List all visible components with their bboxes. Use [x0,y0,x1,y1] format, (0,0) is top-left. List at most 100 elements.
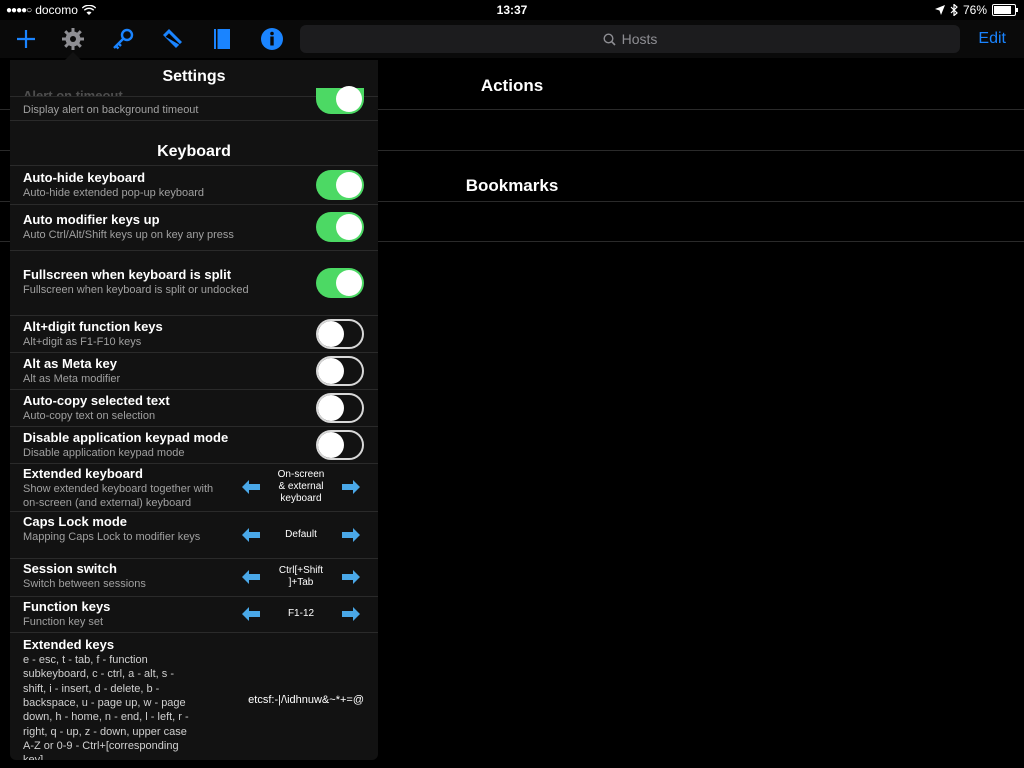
settings-row-selector: Caps Lock mode Mapping Caps Lock to modif… [10,511,378,559]
toggle-knob [336,214,362,240]
stepper-value: F1-12 [260,608,342,620]
toolbar: Hosts Edit [0,20,1024,58]
row-title: Auto-copy selected text [23,393,170,408]
settings-row-toggle: Fullscreen when keyboard is split Fullscr… [10,250,378,316]
search-input[interactable]: Hosts [300,25,960,53]
right-arrow-icon[interactable] [342,528,360,542]
extended-keys-description-line: key] [23,753,43,760]
toggle-switch[interactable] [316,319,364,349]
status-bar: ●●●●○ docomo 13:37 76% [0,0,1024,20]
row-subtitle: Show extended keyboard together with [23,483,214,495]
toggle-switch[interactable] [316,393,364,423]
bluetooth-icon [950,4,958,16]
extended-keys-description-line: e - esc, t - tab, f - function [23,654,148,666]
settings-row-toggle: Alt as Meta key Alt as Meta modifier [10,352,378,390]
extended-keys-description-line: backspace, u - page up, w - page [23,696,186,709]
settings-popover: Settings Alert on timeout Display alert … [10,60,378,760]
plus-icon[interactable] [12,26,40,52]
row-subtitle: Auto Ctrl/Alt/Shift keys up on key any p… [23,229,234,241]
toggle-knob [318,432,344,458]
right-arrow-icon[interactable] [342,480,360,494]
settings-row-toggle: Auto-copy selected text Auto-copy text on… [10,389,378,427]
row-subtitle: Disable application keypad mode [23,447,185,459]
toggle-switch[interactable] [316,268,364,298]
row-subtitle: Auto-copy text on selection [23,410,156,422]
value-stepper: Ctrl[+Shift]+Tab [242,565,360,589]
row-title: Alt as Meta key [23,356,117,371]
extended-keys-description-line: shift, i - insert, d - delete, b - [23,682,160,695]
tag-icon[interactable] [158,26,186,52]
key-icon[interactable] [109,26,137,52]
value-stepper: Default [242,528,360,542]
toggle-switch[interactable] [316,356,364,386]
settings-title: Settings [162,68,226,85]
settings-row-toggle: Disable application keypad mode Disable a… [10,426,378,464]
stepper-value: Default [260,529,342,541]
extended-keys-description-line: down, h - home, n - end, l - left, r - [23,711,189,724]
extended-keys-value[interactable]: etcsf:-|/\idhnuw&~*+=@ [248,694,364,706]
toggle-knob [318,358,344,384]
row-subtitle: Alt+digit as F1-F10 keys [23,336,142,348]
stepper-value-line: Default [285,529,317,540]
row-subtitle: Display alert on background timeout [23,104,199,116]
status-time: 13:37 [496,3,528,17]
row-subtitle: Fullscreen when keyboard is split or und… [23,284,249,296]
right-arrow-icon[interactable] [342,607,360,621]
row-title: Disable application keypad mode [23,430,229,445]
search-placeholder: Hosts [621,31,658,47]
extended-keys-description-line: A-Z or 0-9 - Ctrl+[corresponding [23,739,179,752]
right-arrow-icon[interactable] [342,570,360,584]
toggle-knob [318,395,344,421]
row-title: Function keys [23,599,111,614]
stepper-value-line: On-screen [277,469,325,480]
row-title: Session switch [23,561,117,576]
value-stepper: F1-12 [242,607,360,621]
row-subtitle: Function key set [23,616,104,628]
left-arrow-icon[interactable] [242,480,260,494]
book-icon[interactable] [208,26,236,52]
toggle-switch[interactable] [316,86,364,114]
row-title: Caps Lock mode [23,514,128,529]
location-arrow-icon [934,5,945,15]
stepper-value: Ctrl[+Shift]+Tab [260,565,342,589]
search-icon [603,32,616,46]
toggle-switch[interactable] [316,212,364,242]
toggle-knob [336,172,362,198]
left-arrow-icon[interactable] [242,570,260,584]
toggle-switch[interactable] [316,170,364,200]
edit-button[interactable]: Edit [978,30,1006,48]
value-stepper: On-screen & external keyboard [242,469,360,505]
row-title: Auto-hide keyboard [23,170,146,185]
toggle-knob [336,270,362,296]
settings-row-extended-keys: Extended keys e - esc, t - tab, f - func… [10,632,378,760]
toggle-switch[interactable] [316,430,364,460]
stepper-value-line: & external [278,481,324,492]
toggle-knob [318,321,344,347]
settings-row-toggle: Alt+digit function keys Alt+digit as F1-F… [10,315,378,353]
row-subtitle: Switch between sessions [23,578,146,590]
row-title: Alt+digit function keys [23,319,163,334]
battery-percent: 76% [962,3,987,17]
extended-keys-description-line: subkeyboard, c - ctrl, a - alt, s - [23,668,174,681]
left-arrow-icon[interactable] [242,528,260,542]
row-subtitle: Mapping Caps Lock to modifier keys [23,531,201,543]
stepper-value-line: ]+Tab [288,577,314,588]
stepper-value: On-screen & external keyboard [260,469,342,505]
battery-icon [992,4,1018,16]
settings-row-selector: Session switch Switch between sessions Ctr… [10,558,378,597]
row-title: Alert on timeout [23,88,123,96]
gear-icon[interactable] [59,26,87,52]
keyboard-section-title: Keyboard [157,143,231,160]
left-arrow-icon[interactable] [242,607,260,621]
status-right: 76% [934,3,1018,17]
info-icon[interactable] [258,26,286,52]
settings-row-toggle: Auto-hide keyboard Auto-hide extended pop… [10,166,378,205]
row-title: Extended keyboard [23,466,143,481]
row-subtitle: Alt as Meta modifier [23,373,121,385]
stepper-value-line: F1-12 [287,608,315,619]
row-title: Extended keys [23,637,115,652]
settings-row-selector: Function keys Function key set F1-12 [10,596,378,633]
stepper-value-line: Ctrl[+Shift [278,565,324,576]
settings-row-toggle: Auto modifier keys up Auto Ctrl/Alt/Shift… [10,204,378,251]
row-subtitle: on-screen (and external) keyboard [23,497,192,509]
